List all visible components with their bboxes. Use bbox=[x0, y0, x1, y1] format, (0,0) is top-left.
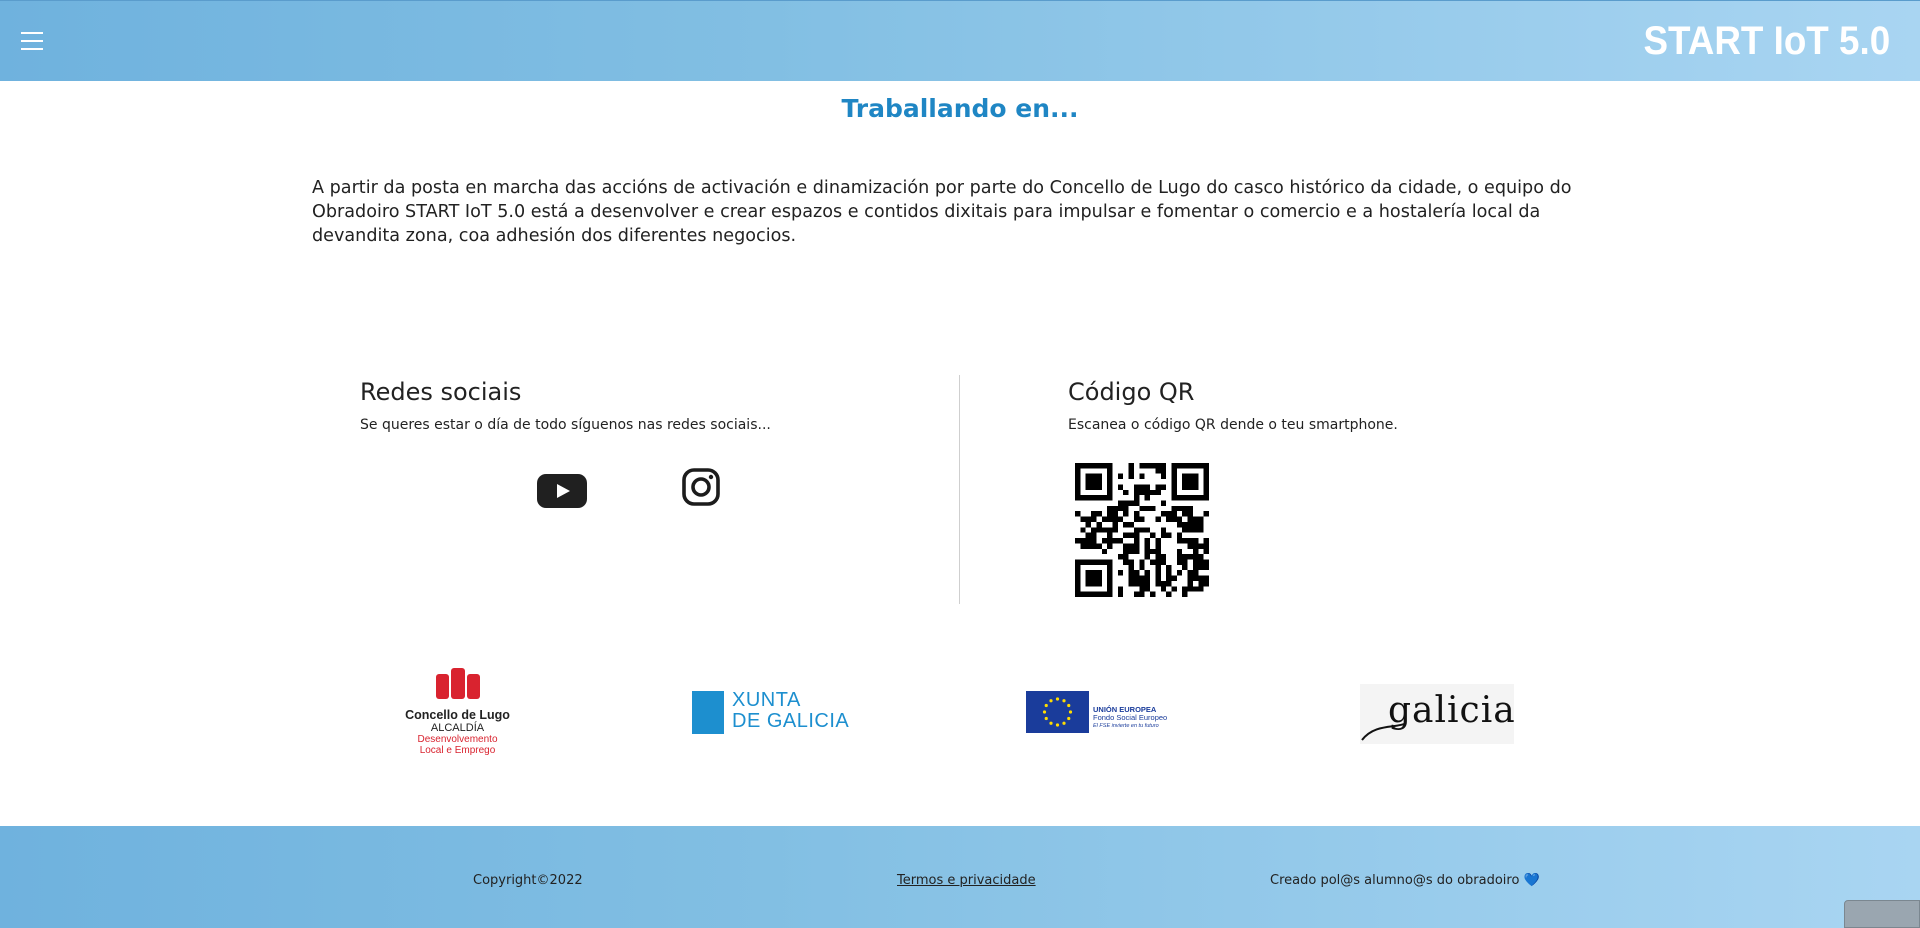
copyright-text: Copyright©2022 bbox=[473, 873, 583, 888]
brand-logo[interactable]: START IoT 5.0 bbox=[1643, 19, 1890, 64]
hamburger-menu-icon[interactable] bbox=[21, 32, 43, 50]
xunta-line1: XUNTA bbox=[732, 689, 801, 711]
qr-title: Código QR bbox=[1068, 378, 1195, 406]
lugo-line4: Local e Emprego bbox=[419, 745, 496, 756]
lugo-line3: Desenvolvemento bbox=[417, 734, 498, 745]
lugo-towers-icon bbox=[435, 668, 480, 699]
eu-line2: Fondo Social Europeo bbox=[1093, 713, 1168, 722]
credit-text: Creado pol@s alumno@s do obradoiro 💙 bbox=[1270, 873, 1540, 888]
floating-widget-tab[interactable] bbox=[1844, 900, 1920, 928]
eu-line3: El FSE invierte en tu futuro bbox=[1093, 723, 1159, 729]
galicia-brand-logo[interactable]: galicia bbox=[1360, 684, 1515, 744]
lugo-name: Concello de Lugo bbox=[405, 708, 510, 722]
eu-flag-icon bbox=[1026, 691, 1089, 733]
social-subtitle: Se queres estar o día de todo síguenos n… bbox=[360, 417, 771, 433]
credit-label: Creado pol@s alumno@s do obradoiro bbox=[1270, 873, 1520, 888]
intro-paragraph: A partir da posta en marcha das accións … bbox=[312, 178, 1572, 246]
terms-privacy-link[interactable]: Termos e privacidade bbox=[897, 873, 1036, 888]
page-title: Traballando en... bbox=[841, 94, 1079, 123]
xunta-line2: DE GALICIA bbox=[732, 710, 850, 732]
footer: Copyright©2022 Termos e privacidade Crea… bbox=[0, 826, 1920, 928]
youtube-icon[interactable] bbox=[537, 474, 587, 508]
instagram-icon[interactable] bbox=[681, 467, 721, 507]
galicia-swash-icon bbox=[1361, 723, 1405, 741]
section-divider bbox=[959, 375, 960, 604]
social-section: Redes sociais Se queres estar o día de t… bbox=[360, 375, 920, 433]
concello-de-lugo-logo[interactable]: Concello de Lugo ALCALDÍA Desenvolvement… bbox=[400, 666, 515, 766]
xunta-shield-icon bbox=[692, 691, 724, 734]
qr-subtitle: Escanea o código QR dende o teu smartpho… bbox=[1068, 417, 1398, 433]
top-bar: START IoT 5.0 bbox=[0, 0, 1920, 81]
union-europea-logo[interactable]: UNIÓN EUROPEA Fondo Social Europeo El FS… bbox=[1026, 689, 1176, 735]
qr-code-image bbox=[1075, 463, 1209, 597]
xunta-de-galicia-logo[interactable]: XUNTA DE GALICIA bbox=[692, 689, 852, 735]
qr-section: Código QR Escanea o código QR dende o te… bbox=[1068, 375, 1568, 433]
lugo-line2: ALCALDÍA bbox=[430, 722, 485, 734]
heart-icon: 💙 bbox=[1523, 873, 1540, 888]
social-title: Redes sociais bbox=[360, 378, 522, 406]
